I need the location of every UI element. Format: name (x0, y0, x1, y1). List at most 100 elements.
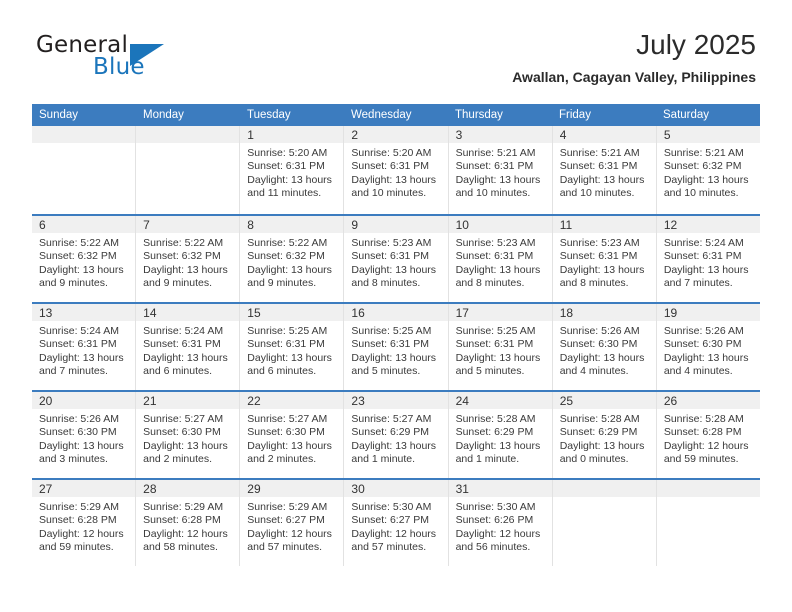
day-number: 31 (455, 482, 469, 496)
day-number-band: 29 (240, 480, 344, 497)
day-cell[interactable]: 21 Sunrise: 5:27 AM Sunset: 6:30 PM Dayligh… (136, 392, 241, 478)
daylight-text-line2: and 10 minutes. (351, 187, 427, 200)
sunrise-text: Sunrise: 5:25 AM (351, 325, 432, 337)
day-cell[interactable]: 30 Sunrise: 5:30 AM Sunset: 6:27 PM Dayligh… (344, 480, 449, 566)
sunset-text: Sunset: 6:32 PM (39, 250, 117, 263)
sunset-text: Sunset: 6:31 PM (351, 338, 430, 351)
daylight-text-line1: Daylight: 13 hours (559, 351, 645, 364)
day-number: 16 (351, 306, 365, 320)
day-cell[interactable]: 9 Sunrise: 5:23 AM Sunset: 6:31 PM Daylight… (344, 216, 449, 302)
day-cell[interactable]: 26 Sunrise: 5:28 AM Sunset: 6:28 PM Dayligh… (656, 392, 760, 478)
daylight-text-line1: Daylight: 13 hours (39, 439, 124, 452)
day-number: 22 (247, 394, 261, 408)
day-cell-empty (552, 480, 657, 566)
day-cell[interactable]: 10 Sunrise: 5:23 AM Sunset: 6:31 PM Dayligh… (448, 216, 553, 302)
day-cell[interactable]: 11 Sunrise: 5:23 AM Sunset: 6:31 PM Dayligh… (552, 216, 657, 302)
day-number: 25 (559, 394, 574, 408)
day-cell[interactable]: 18 Sunrise: 5:26 AM Sunset: 6:30 PM Dayligh… (552, 304, 657, 390)
day-cell[interactable]: 22 Sunrise: 5:27 AM Sunset: 6:30 PM Dayligh… (240, 392, 345, 478)
sunrise-text: Sunrise: 5:29 AM (143, 501, 224, 513)
daylight-text-line2: and 58 minutes. (143, 541, 218, 554)
day-number: 15 (247, 306, 261, 320)
generalblue-logo[interactable]: General Blue (36, 32, 256, 90)
day-number-band: 21 (136, 392, 240, 409)
daylight-text-line2: and 7 minutes. (663, 277, 733, 290)
sunset-text: Sunset: 6:31 PM (247, 338, 325, 351)
week-row: 20 Sunrise: 5:26 AM Sunset: 6:30 PM Dayligh… (32, 390, 760, 478)
day-number-band (656, 480, 760, 497)
day-cell[interactable]: 3 Sunrise: 5:21 AM Sunset: 6:31 PM Daylight… (448, 126, 553, 214)
sunrise-text: Sunrise: 5:23 AM (455, 237, 536, 249)
sunset-text: Sunset: 6:28 PM (143, 514, 221, 527)
daylight-text-line2: and 10 minutes. (663, 187, 739, 200)
sunrise-text: Sunrise: 5:20 AM (351, 147, 432, 159)
weekday-header-wednesday: Wednesday (351, 109, 412, 121)
day-sun-info: Sunrise: 5:26 AM Sunset: 6:30 PM Daylight:… (32, 409, 135, 467)
day-number: 27 (39, 482, 53, 496)
day-number: 14 (143, 306, 157, 320)
weekday-header-monday: Monday (143, 109, 184, 121)
day-cell[interactable]: 20 Sunrise: 5:26 AM Sunset: 6:30 PM Dayligh… (32, 392, 137, 478)
daylight-text-line2: and 5 minutes. (455, 365, 525, 378)
daylight-text-line2: and 4 minutes. (663, 365, 733, 378)
day-cell[interactable]: 14 Sunrise: 5:24 AM Sunset: 6:31 PM Dayligh… (136, 304, 241, 390)
day-number-band: 26 (656, 392, 760, 409)
day-cell[interactable]: 7 Sunrise: 5:22 AM Sunset: 6:32 PM Daylight… (136, 216, 241, 302)
day-sun-info: Sunrise: 5:24 AM Sunset: 6:31 PM Daylight:… (657, 233, 760, 291)
day-number-band: 17 (448, 304, 552, 321)
day-cell[interactable]: 31 Sunrise: 5:30 AM Sunset: 6:26 PM Dayligh… (448, 480, 553, 566)
daylight-text-line1: Daylight: 13 hours (39, 263, 124, 276)
daylight-text-line2: and 6 minutes. (143, 365, 213, 378)
day-cell[interactable]: 12 Sunrise: 5:24 AM Sunset: 6:31 PM Dayligh… (656, 216, 760, 302)
day-number-band: 31 (448, 480, 552, 497)
sunrise-text: Sunrise: 5:27 AM (351, 413, 432, 425)
calendar-grid: Sunday Monday Tuesday Wednesday Thursday Frid… (32, 104, 760, 566)
day-cell[interactable]: 19 Sunrise: 5:26 AM Sunset: 6:30 PM Dayligh… (656, 304, 760, 390)
weekday-header-saturday: Saturday (663, 109, 710, 121)
day-cell[interactable]: 2 Sunrise: 5:20 AM Sunset: 6:31 PM Daylight… (344, 126, 449, 214)
day-cell[interactable]: 25 Sunrise: 5:28 AM Sunset: 6:29 PM Dayligh… (552, 392, 657, 478)
daylight-text-line1: Daylight: 12 hours (351, 527, 437, 540)
day-cell[interactable]: 29 Sunrise: 5:29 AM Sunset: 6:27 PM Dayligh… (240, 480, 345, 566)
daylight-text-line1: Daylight: 13 hours (455, 263, 541, 276)
day-number: 17 (455, 306, 469, 320)
day-cell[interactable]: 16 Sunrise: 5:25 AM Sunset: 6:31 PM Dayligh… (344, 304, 449, 390)
sunset-text: Sunset: 6:30 PM (663, 338, 742, 351)
sunrise-text: Sunrise: 5:22 AM (143, 237, 224, 249)
day-cell[interactable]: 13 Sunrise: 5:24 AM Sunset: 6:31 PM Dayligh… (32, 304, 137, 390)
day-number: 4 (559, 128, 567, 142)
day-number-band: 5 (656, 126, 760, 143)
day-sun-info: Sunrise: 5:20 AM Sunset: 6:31 PM Daylight:… (240, 143, 343, 201)
day-cell[interactable]: 27 Sunrise: 5:29 AM Sunset: 6:28 PM Dayligh… (32, 480, 137, 566)
day-cell[interactable]: 4 Sunrise: 5:21 AM Sunset: 6:31 PM Daylight… (552, 126, 657, 214)
day-number-band: 16 (344, 304, 448, 321)
day-cell[interactable]: 8 Sunrise: 5:22 AM Sunset: 6:32 PM Daylight… (240, 216, 345, 302)
week-row: 27 Sunrise: 5:29 AM Sunset: 6:28 PM Dayligh… (32, 478, 760, 566)
daylight-text-line1: Daylight: 13 hours (247, 263, 332, 276)
daylight-text-line1: Daylight: 13 hours (351, 439, 437, 452)
day-sun-info: Sunrise: 5:23 AM Sunset: 6:31 PM Daylight:… (449, 233, 552, 291)
day-cell[interactable]: 23 Sunrise: 5:27 AM Sunset: 6:29 PM Dayligh… (344, 392, 449, 478)
day-cell[interactable]: 6 Sunrise: 5:22 AM Sunset: 6:32 PM Daylight… (32, 216, 137, 302)
sunrise-text: Sunrise: 5:22 AM (39, 237, 119, 249)
day-cell[interactable]: 24 Sunrise: 5:28 AM Sunset: 6:29 PM Dayligh… (448, 392, 553, 478)
daylight-text-line1: Daylight: 13 hours (351, 351, 437, 364)
day-cell[interactable]: 17 Sunrise: 5:25 AM Sunset: 6:31 PM Dayligh… (448, 304, 553, 390)
day-cell-empty (656, 480, 760, 566)
day-sun-info: Sunrise: 5:27 AM Sunset: 6:30 PM Daylight:… (136, 409, 239, 467)
daylight-text-line2: and 7 minutes. (39, 365, 108, 378)
day-sun-info: Sunrise: 5:20 AM Sunset: 6:31 PM Daylight:… (344, 143, 447, 201)
day-cell[interactable]: 1 Sunrise: 5:20 AM Sunset: 6:31 PM Daylight… (240, 126, 345, 214)
sunrise-text: Sunrise: 5:25 AM (455, 325, 536, 337)
day-sun-info: Sunrise: 5:22 AM Sunset: 6:32 PM Daylight:… (240, 233, 343, 291)
day-cell[interactable]: 28 Sunrise: 5:29 AM Sunset: 6:28 PM Dayligh… (136, 480, 241, 566)
sunset-text: Sunset: 6:27 PM (247, 514, 325, 527)
daylight-text-line2: and 57 minutes. (351, 541, 427, 554)
day-number-band: 24 (448, 392, 552, 409)
daylight-text-line1: Daylight: 12 hours (247, 527, 332, 540)
week-row: 13 Sunrise: 5:24 AM Sunset: 6:31 PM Dayligh… (32, 302, 760, 390)
day-cell[interactable]: 15 Sunrise: 5:25 AM Sunset: 6:31 PM Dayligh… (240, 304, 345, 390)
day-sun-info: Sunrise: 5:27 AM Sunset: 6:29 PM Daylight:… (344, 409, 447, 467)
day-number-band (136, 126, 240, 143)
day-cell[interactable]: 5 Sunrise: 5:21 AM Sunset: 6:32 PM Daylight… (656, 126, 760, 214)
